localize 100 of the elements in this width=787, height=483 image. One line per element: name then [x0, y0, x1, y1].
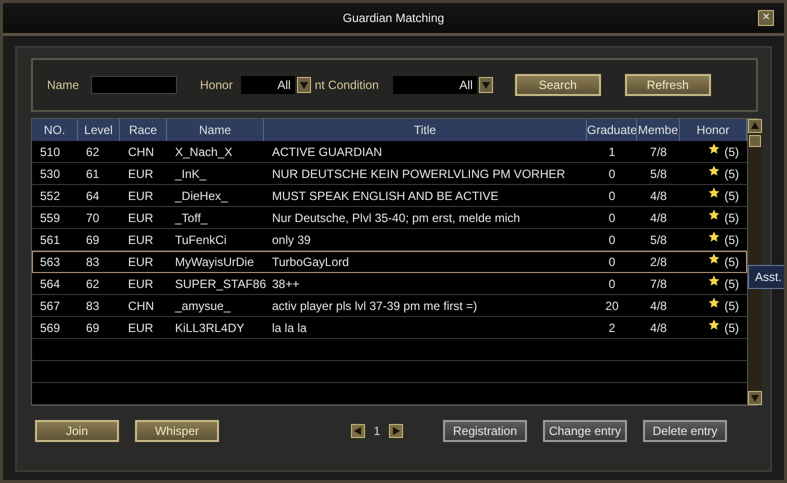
scroll-down-icon[interactable]	[748, 391, 762, 405]
column-header[interactable]: Level	[78, 119, 120, 141]
table-cell-text: EUR	[127, 254, 154, 271]
table-cell-text: 4/8	[649, 298, 668, 315]
table-cell-text: ACTIVE GUARDIAN	[271, 144, 384, 161]
table-cell-text: 4/8	[649, 210, 668, 227]
column-header[interactable]: Membe	[637, 119, 680, 141]
condition-dropdown[interactable]: All	[392, 76, 477, 94]
table-cell-text: 0	[608, 166, 616, 183]
scroll-up-icon[interactable]	[748, 119, 762, 133]
delete-entry-button[interactable]: Delete entry	[643, 420, 727, 442]
page-number: 1	[372, 424, 382, 438]
column-header[interactable]: Name	[167, 119, 264, 141]
whisper-button[interactable]: Whisper	[135, 420, 219, 442]
table-cell-text: _InK_	[174, 166, 208, 183]
table-cell-text: 62	[85, 144, 100, 161]
condition-label: nt Condition	[314, 78, 379, 92]
table-cell-text: 569	[39, 320, 62, 337]
table-row[interactable]: 561 69 EUR TuFenkCi only 39 0 5/8 (5)	[32, 229, 747, 251]
star-icon	[708, 209, 720, 221]
table-cell-text: 530	[39, 166, 62, 183]
table-cell-text: 563	[39, 254, 62, 271]
column-header[interactable]: Race	[120, 119, 167, 141]
table-cell-text: 5/8	[649, 166, 668, 183]
table-cell-text: 20	[604, 298, 620, 315]
table-cell-text: CHN	[127, 144, 155, 161]
table-cell-text: EUR	[127, 320, 154, 337]
honor-label: Honor	[200, 78, 233, 92]
honor-dropdown[interactable]: All	[240, 76, 295, 94]
table-cell-text: X_Nach_X	[174, 144, 234, 161]
star-icon	[708, 143, 720, 155]
scroll-thumb[interactable]	[749, 135, 761, 147]
table-row[interactable]: 569 69 EUR KiLL3RL4DY la la la 2 4/8 (5)	[32, 317, 747, 339]
table-cell-text: 4/8	[649, 320, 668, 337]
table-cell-text: 62	[85, 276, 100, 293]
table-cell-text: _DieHex_	[174, 188, 229, 205]
table-cell-text: TurboGayLord	[271, 254, 350, 271]
honor-count: (5)	[724, 188, 739, 205]
table-cell-text: 567	[39, 298, 62, 315]
table-cell-text: 38++	[271, 276, 300, 293]
table-row[interactable]: 564 62 EUR SUPER_STAF86 38++ 0 7/8 (5)	[32, 273, 747, 295]
table-cell-text: 70	[85, 210, 100, 227]
table-cell-text: 64	[85, 188, 100, 205]
name-label: Name	[47, 78, 80, 92]
table-cell-text: CHN	[127, 298, 155, 315]
refresh-button[interactable]: Refresh	[624, 74, 711, 96]
table-cell-text: 561	[39, 232, 62, 249]
column-header[interactable]: Title	[264, 119, 587, 141]
close-button[interactable]: ✕	[758, 10, 774, 26]
star-icon	[708, 231, 720, 243]
table-cell-text: _Toff_	[174, 210, 208, 227]
table-cell-text: 0	[608, 254, 616, 271]
honor-count: (5)	[724, 166, 739, 183]
table-cell-text: EUR	[127, 210, 154, 227]
table-cell-text: Nur Deutsche, Plvl 35-40; pm erst, melde mich	[271, 210, 522, 227]
table-row[interactable]: 510 62 CHN X_Nach_X ACTIVE GUARDIAN 1 7/8 (5)	[32, 141, 747, 163]
table-row[interactable]: 567 83 CHN _amysue_ activ player pls lvl 37-39 pm me first =) 20 4/8 (5)	[32, 295, 747, 317]
table-cell-text: NUR DEUTSCHE KEIN POWERLVLING PM VORHER	[271, 166, 566, 183]
table-cell-text: 83	[85, 298, 100, 315]
table-row[interactable]: 559 70 EUR _Toff_ Nur Deutsche, Plvl 35-40; pm erst, melde mich 0 4/8 (5)	[32, 207, 747, 229]
table-cell-text: 1	[608, 144, 616, 161]
table-cell-text: 61	[85, 166, 100, 183]
search-button[interactable]: Search	[514, 74, 601, 96]
table-row[interactable]: 530 61 EUR _InK_ NUR DEUTSCHE KEIN POWERLVLING PM VORHER 0 5/8 (5)	[32, 163, 747, 185]
honor-count: (5)	[724, 298, 739, 315]
registration-button[interactable]: Registration	[443, 420, 527, 442]
table-cell-text: 0	[608, 210, 616, 227]
table-cell-text: 69	[85, 320, 100, 337]
table-cell-text: 7/8	[649, 144, 668, 161]
star-icon	[708, 187, 720, 199]
window-title: Guardian Matching	[342, 11, 444, 25]
table-cell-text: 559	[39, 210, 62, 227]
tooltip: Asst.	[748, 265, 784, 289]
table-cell-text: SUPER_STAF86	[174, 276, 264, 293]
join-button[interactable]: Join	[35, 420, 119, 442]
table-cell-text: 2/8	[649, 254, 668, 271]
table-cell-text: 552	[39, 188, 62, 205]
table-cell-text: 2	[608, 320, 616, 337]
table-cell-text: MUST SPEAK ENGLISH AND BE ACTIVE	[271, 188, 500, 205]
honor-count: (5)	[724, 254, 739, 271]
table-cell-text: 510	[39, 144, 62, 161]
previous-page-icon[interactable]	[351, 424, 365, 438]
table-cell-text: EUR	[127, 166, 154, 183]
table-row[interactable]: 552 64 EUR _DieHex_ MUST SPEAK ENGLISH AND BE ACTIVE 0 4/8 (5)	[32, 185, 747, 207]
name-field[interactable]	[91, 76, 178, 94]
table-cell-text: activ player pls lvl 37-39 pm me first =)	[271, 298, 478, 315]
table-cell-text: KiLL3RL4DY	[174, 320, 246, 337]
change-entry-button[interactable]: Change entry	[543, 420, 627, 442]
star-icon	[708, 275, 720, 287]
next-page-icon[interactable]	[389, 424, 403, 438]
honor-count: (5)	[724, 144, 739, 161]
table-cell-text: 7/8	[649, 276, 668, 293]
table-row[interactable]: 563 83 EUR MyWayisUrDie TurboGayLord 0 2/8 (5)	[32, 251, 747, 273]
table-cell-text: la la la	[271, 320, 308, 337]
star-icon	[708, 297, 720, 309]
table-cell-text: 83	[85, 254, 100, 271]
star-icon	[708, 165, 720, 177]
honor-count: (5)	[724, 232, 739, 249]
star-icon	[708, 253, 720, 265]
column-header[interactable]: NO.	[32, 119, 78, 141]
